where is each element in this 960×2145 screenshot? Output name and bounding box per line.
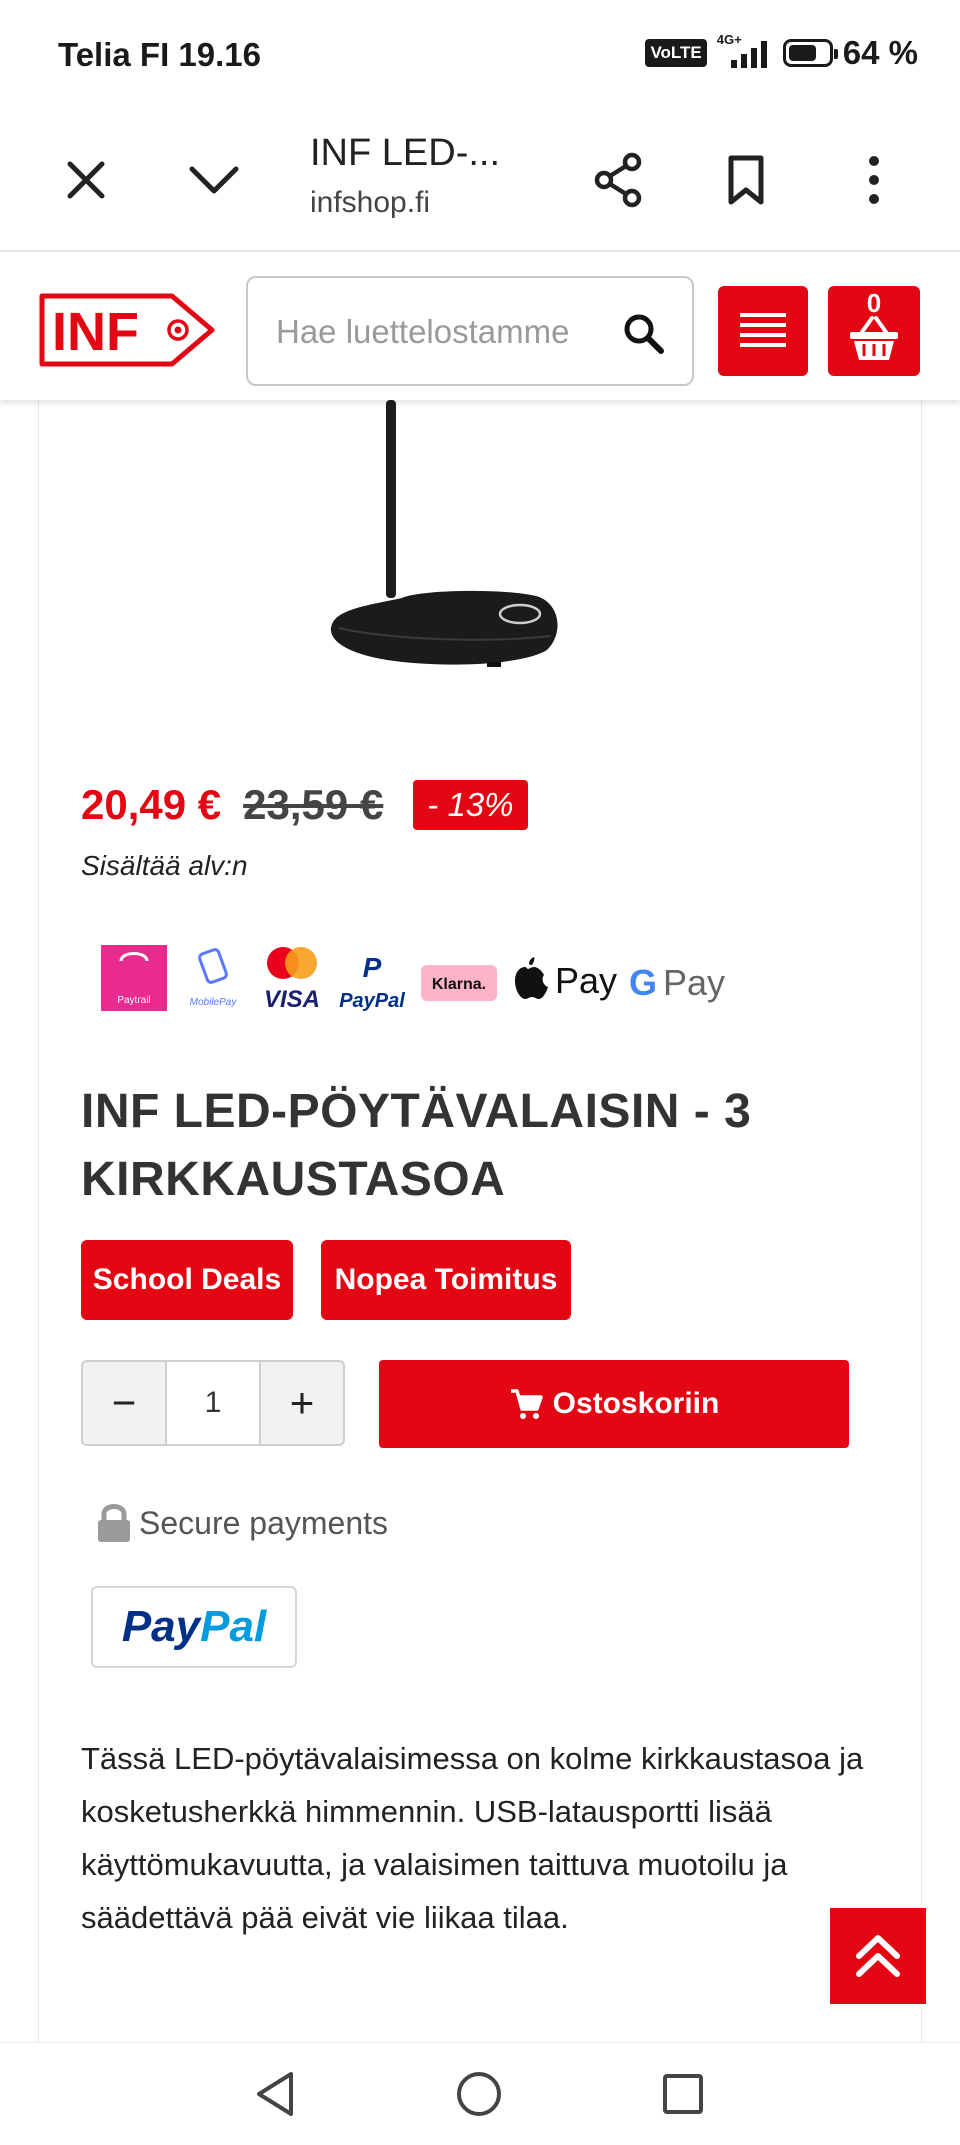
svg-text:G: G	[629, 962, 657, 1003]
svg-text:VISA: VISA	[264, 986, 320, 1013]
tag-school-deals[interactable]: School Deals	[81, 1240, 293, 1320]
recents-icon[interactable]	[656, 2067, 710, 2121]
battery-percent: 64 %	[842, 34, 918, 71]
search-input[interactable]	[274, 310, 588, 354]
discount-badge: - 13%	[413, 780, 528, 830]
svg-text:Paytrail: Paytrail	[117, 995, 150, 1006]
increase-quantity-button[interactable]: +	[261, 1362, 343, 1444]
secure-payments-label: Secure payments	[139, 1504, 389, 1541]
apple-pay-logo: Pay	[515, 957, 617, 1001]
tag-nopea-toimitus[interactable]: Nopea Toimitus	[321, 1240, 571, 1320]
system-nav-bar	[0, 2042, 960, 2145]
back-icon[interactable]	[248, 2067, 302, 2121]
product-title: INF LED-PÖYTÄVALAISIN - 3 KIRKKAUSTASOA	[81, 1085, 752, 1206]
lock-icon	[98, 1504, 130, 1542]
decrease-quantity-button[interactable]: −	[83, 1362, 165, 1444]
paytrail-logo: Paytrail	[101, 945, 167, 1011]
secure-payments: Secure payments	[95, 1502, 388, 1544]
svg-text:Pay: Pay	[555, 960, 617, 1001]
hamburger-icon	[740, 313, 786, 347]
svg-text:MobilePay: MobilePay	[190, 997, 238, 1008]
add-to-cart-button[interactable]: Ostoskoriin	[379, 1360, 849, 1448]
close-icon[interactable]	[56, 150, 116, 210]
double-chevron-up-icon	[856, 1935, 900, 1977]
chevron-down-icon[interactable]	[184, 150, 244, 210]
menu-button[interactable]	[718, 286, 808, 376]
paypal-logo: PayPal	[121, 1602, 267, 1651]
payment-methods: Paytrail MobilePay VISA P PayPal Klarna.…	[101, 938, 761, 1018]
google-pay-logo: G Pay	[629, 962, 725, 1003]
mastercard-visa-logo: VISA	[264, 947, 320, 1013]
url-host[interactable]: infshop.fi	[310, 186, 430, 220]
quantity-stepper: − 1 +	[81, 1360, 345, 1446]
cart-button[interactable]: 0	[828, 286, 920, 376]
search-icon[interactable]	[618, 308, 668, 358]
cart-icon	[510, 1389, 543, 1419]
mobilepay-logo: MobilePay	[190, 948, 238, 1008]
home-icon[interactable]	[452, 2067, 506, 2121]
product-card: 20,49 € 23,59 € - 13% Sisältää alv:n Pay…	[38, 390, 922, 2046]
svg-text:P: P	[363, 952, 382, 983]
product-image[interactable]	[39, 400, 921, 730]
browser-toolbar: INF LED-... infshop.fi	[0, 110, 960, 252]
carrier-time: Telia FI 19.16	[58, 36, 261, 73]
bookmark-icon[interactable]	[716, 150, 776, 210]
battery-icon	[782, 39, 838, 67]
search-box[interactable]	[246, 276, 694, 386]
basket-icon	[850, 316, 898, 360]
svg-text:Klarna.: Klarna.	[432, 976, 486, 993]
volte-icon: VoLTE	[645, 39, 707, 67]
share-icon[interactable]	[588, 150, 648, 210]
paypal-small-logo: P PayPal	[339, 952, 405, 1012]
more-vert-icon[interactable]	[844, 150, 904, 210]
scroll-to-top-button[interactable]	[830, 1908, 926, 2004]
status-icons: VoLTE 4G+ 64 %	[645, 32, 918, 72]
site-header: INF 0	[0, 252, 960, 400]
product-description: Tässä LED-pöytävalaisimessa on kolme kir…	[81, 1741, 864, 1935]
add-to-cart-label: Ostoskoriin	[552, 1387, 720, 1420]
klarna-logo: Klarna.	[421, 965, 497, 1001]
old-price: 23,59 €	[243, 781, 384, 828]
inf-logo[interactable]: INF	[38, 292, 216, 368]
cart-count: 0	[866, 288, 882, 318]
quantity-input[interactable]: 1	[165, 1362, 261, 1444]
signal-icon: 4G+	[717, 32, 773, 70]
svg-text:PayPal: PayPal	[339, 990, 405, 1012]
page-title[interactable]: INF LED-...	[310, 132, 500, 175]
vat-note: Sisältää alv:n	[81, 850, 248, 881]
svg-text:INF: INF	[52, 302, 139, 362]
status-bar: Telia FI 19.16 VoLTE 4G+ 64 %	[0, 0, 960, 110]
current-price: 20,49 €	[81, 781, 222, 828]
price-row: 20,49 € 23,59 € - 13%	[81, 780, 528, 830]
svg-text:Pay: Pay	[663, 962, 725, 1003]
paypal-button[interactable]: PayPal	[91, 1586, 297, 1668]
